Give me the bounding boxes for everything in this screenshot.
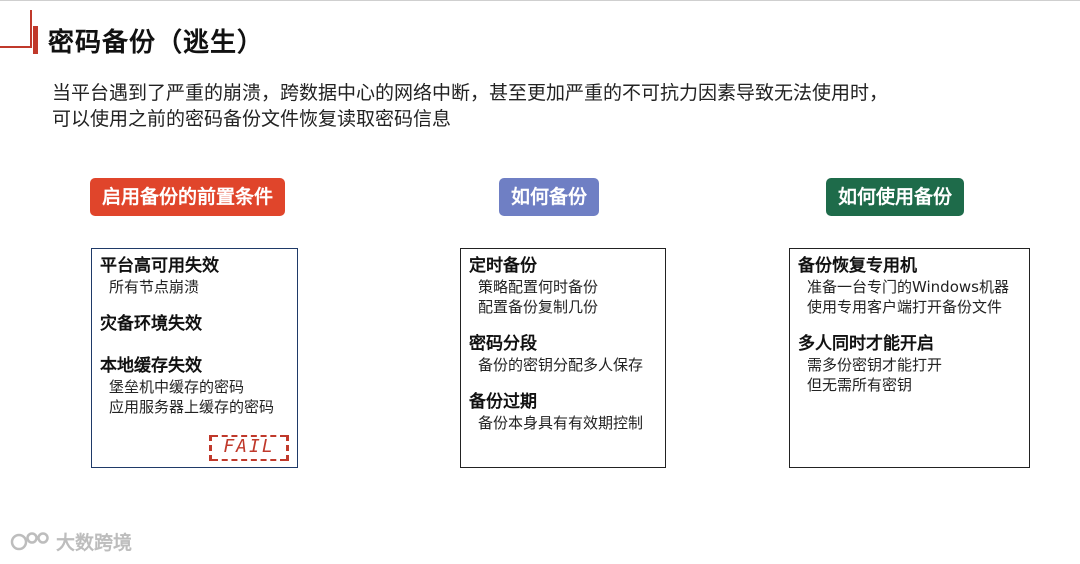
section-line: 备份的密钥分配多人保存 [478,356,644,374]
badge-prerequisites: 启用备份的前置条件 [90,178,286,216]
top-rule [0,0,1080,1]
badge-how-to-backup: 如何备份 [499,178,600,216]
fail-stamp-text: FAIL [223,436,275,457]
section: 多人同时才能开启 需多份密钥才能打开 但无需所有密钥 [798,333,1021,395]
section-line: 使用专用客户端打开备份文件 [807,298,1003,316]
badge-how-to-use-backup: 如何使用备份 [826,178,965,216]
section-line: 所有节点崩溃 [109,278,200,296]
section-line: 应用服务器上缓存的密码 [109,398,275,416]
section-line: 策略配置何时备份 [478,278,599,296]
box-prerequisites: 平台高可用失效 所有节点崩溃 灾备环境失效 本地缓存失效 堡垒机中缓存的密码 应… [91,248,298,468]
section-title: 多人同时才能开启 [798,334,934,354]
corner-accent-vertical [30,10,32,48]
fail-stamp: FAIL [209,435,289,461]
section-title: 定时备份 [469,256,537,276]
section-title: 本地缓存失效 [100,356,202,376]
watermark: 大数跨境 [10,528,132,555]
section-title: 灾备环境失效 [100,314,202,334]
section-line: 配置备份复制几份 [478,298,599,316]
description-line: 可以使用之前的密码备份文件恢复读取密码信息 [52,108,452,130]
logo-icon [10,531,49,550]
box-how-to-backup: 定时备份 策略配置何时备份 配置备份复制几份 密码分段 备份的密钥分配多人保存 … [460,248,666,468]
box-how-to-use-backup: 备份恢复专用机 准备一台专门的Windows机器 使用专用客户端打开备份文件 多… [789,248,1030,468]
section-title: 备份过期 [469,392,537,412]
section: 本地缓存失效 堡垒机中缓存的密码 应用服务器上缓存的密码 [100,355,289,417]
section: 密码分段 备份的密钥分配多人保存 [469,333,657,375]
section-title: 密码分段 [469,334,537,354]
section: 定时备份 策略配置何时备份 配置备份复制几份 [469,255,657,317]
section-line: 准备一台专门的Windows机器 [807,278,1009,296]
description: 当平台遇到了严重的崩溃，跨数据中心的网络中断，甚至更加严重的不可抗力因素导致无法… [52,80,1052,132]
section-line: 但无需所有密钥 [807,376,913,394]
title-accent-bar [33,26,38,54]
section: 灾备环境失效 [100,313,289,335]
section-line: 堡垒机中缓存的密码 [109,378,245,396]
section-title: 平台高可用失效 [100,256,219,276]
page-title: 密码备份（逃生） [48,28,265,58]
section-title: 备份恢复专用机 [798,256,917,276]
section: 备份恢复专用机 准备一台专门的Windows机器 使用专用客户端打开备份文件 [798,255,1021,317]
section: 备份过期 备份本身具有有效期控制 [469,391,657,433]
section: 平台高可用失效 所有节点崩溃 [100,255,289,297]
section-line: 备份本身具有有效期控制 [478,414,644,432]
description-line: 当平台遇到了严重的崩溃，跨数据中心的网络中断，甚至更加严重的不可抗力因素导致无法… [52,82,889,104]
section-line: 需多份密钥才能打开 [807,356,943,374]
watermark-text: 大数跨境 [56,532,133,554]
corner-accent-horizontal [0,46,32,48]
